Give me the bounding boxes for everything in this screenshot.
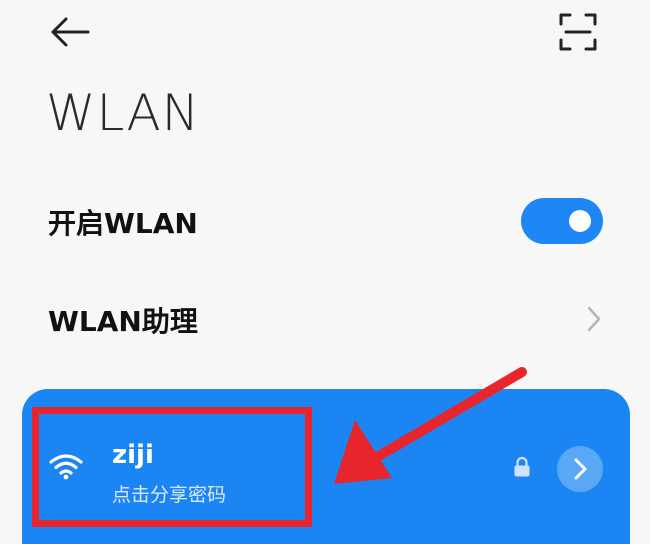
arrow-left-icon[interactable]	[48, 14, 92, 50]
lock-icon	[514, 456, 530, 477]
wlan-assistant-item[interactable]: WLAN助理	[48, 300, 198, 340]
toggle-knob	[569, 210, 591, 232]
wlan-settings-screen: WLAN 开启WLAN WLAN助理 ziji 点击分享密码	[0, 0, 650, 544]
network-details-button[interactable]	[557, 446, 603, 492]
wlan-toggle-label: 开启WLAN	[48, 207, 198, 240]
scan-icon[interactable]	[558, 12, 598, 52]
wlan-toggle-switch[interactable]	[521, 198, 603, 244]
chevron-right-icon[interactable]	[584, 305, 604, 333]
page-title: WLAN	[46, 84, 201, 142]
chevron-right-icon	[574, 458, 587, 480]
annotation-highlight-box	[32, 407, 312, 527]
